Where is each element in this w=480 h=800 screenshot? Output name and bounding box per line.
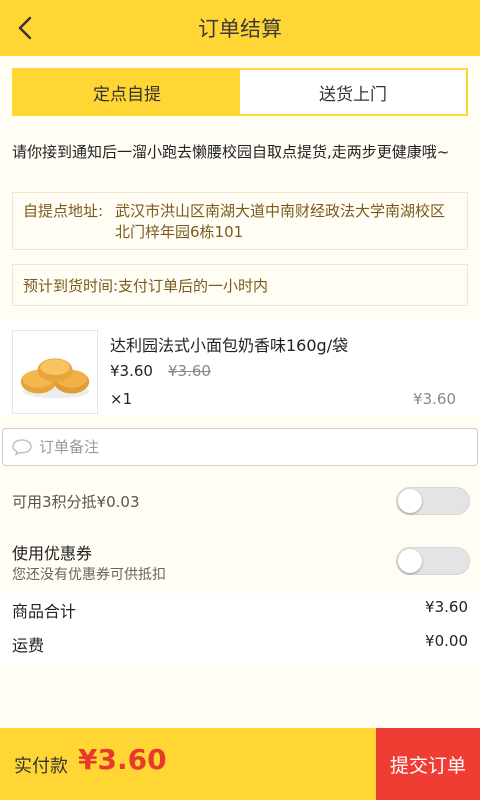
checkout-bar: 实付款 ¥3.60 提交订单 — [0, 728, 480, 800]
product-name: 达利园法式小面包奶香味160g/袋 — [110, 336, 349, 355]
coupon-title: 使用优惠券 — [12, 544, 93, 563]
order-remark-field[interactable] — [2, 428, 478, 466]
product-subtotal: ¥3.60 — [413, 390, 456, 408]
app-header: 订单结算 — [0, 0, 480, 56]
toggle-knob — [398, 489, 422, 513]
eta-box: 预计到货时间:支付订单后的一小时内 — [12, 264, 468, 306]
pickup-address-box: 自提点地址: 武汉市洪山区南湖大道中南财经政法大学南湖校区北门梓年园6栋101 — [12, 192, 468, 250]
order-remark-input[interactable] — [39, 435, 459, 459]
coupon-row: 使用优惠券 您还没有优惠券可供抵扣 — [0, 536, 480, 586]
goods-total-label: 商品合计 — [12, 602, 77, 621]
delivery-tabs: 定点自提 送货上门 — [12, 68, 468, 116]
eta-text: 预计到货时间:支付订单后的一小时内 — [23, 277, 269, 295]
coupon-subtitle: 您还没有优惠券可供抵扣 — [12, 567, 166, 583]
checkout-content: 定点自提 送货上门 请你接到通知后一溜小跑去懒腰校园自取点提货,走两步更健康哦~… — [0, 56, 480, 728]
pickup-address-value: 武汉市洪山区南湖大道中南财经政法大学南湖校区北门梓年园6栋101 — [115, 202, 446, 241]
product-price: ¥3.60 — [110, 362, 153, 380]
page-title: 订单结算 — [198, 17, 282, 41]
coupon-toggle[interactable] — [396, 547, 470, 575]
speech-bubble-icon — [12, 439, 32, 456]
shipping-label: 运费 — [12, 636, 45, 655]
pay-label: 实付款 — [14, 756, 68, 777]
product-original-price: ¥3.60 — [168, 362, 211, 380]
points-row: 可用3积分抵¥0.03 — [0, 478, 480, 524]
goods-total-value: ¥3.60 — [425, 598, 468, 616]
product-quantity: ×1 — [110, 390, 133, 408]
shipping-value: ¥0.00 — [425, 632, 468, 650]
toggle-knob — [398, 549, 422, 573]
pay-amount: ¥3.60 — [78, 743, 167, 776]
product-image — [12, 330, 98, 414]
order-summary: 商品合计 ¥3.60 运费 ¥0.00 — [0, 594, 480, 664]
pickup-notice: 请你接到通知后一溜小跑去懒腰校园自取点提货,走两步更健康哦~ — [12, 143, 450, 161]
tab-home-delivery[interactable]: 送货上门 — [240, 70, 466, 114]
points-toggle[interactable] — [396, 487, 470, 515]
submit-order-button[interactable]: 提交订单 — [376, 728, 480, 800]
points-label: 可用3积分抵¥0.03 — [12, 493, 140, 511]
product-item[interactable]: 达利园法式小面包奶香味160g/袋 ¥3.60 ¥3.60 ×1 ¥3.60 — [0, 320, 480, 416]
tab-self-pickup[interactable]: 定点自提 — [14, 70, 240, 114]
pickup-address-label: 自提点地址: — [23, 202, 104, 220]
